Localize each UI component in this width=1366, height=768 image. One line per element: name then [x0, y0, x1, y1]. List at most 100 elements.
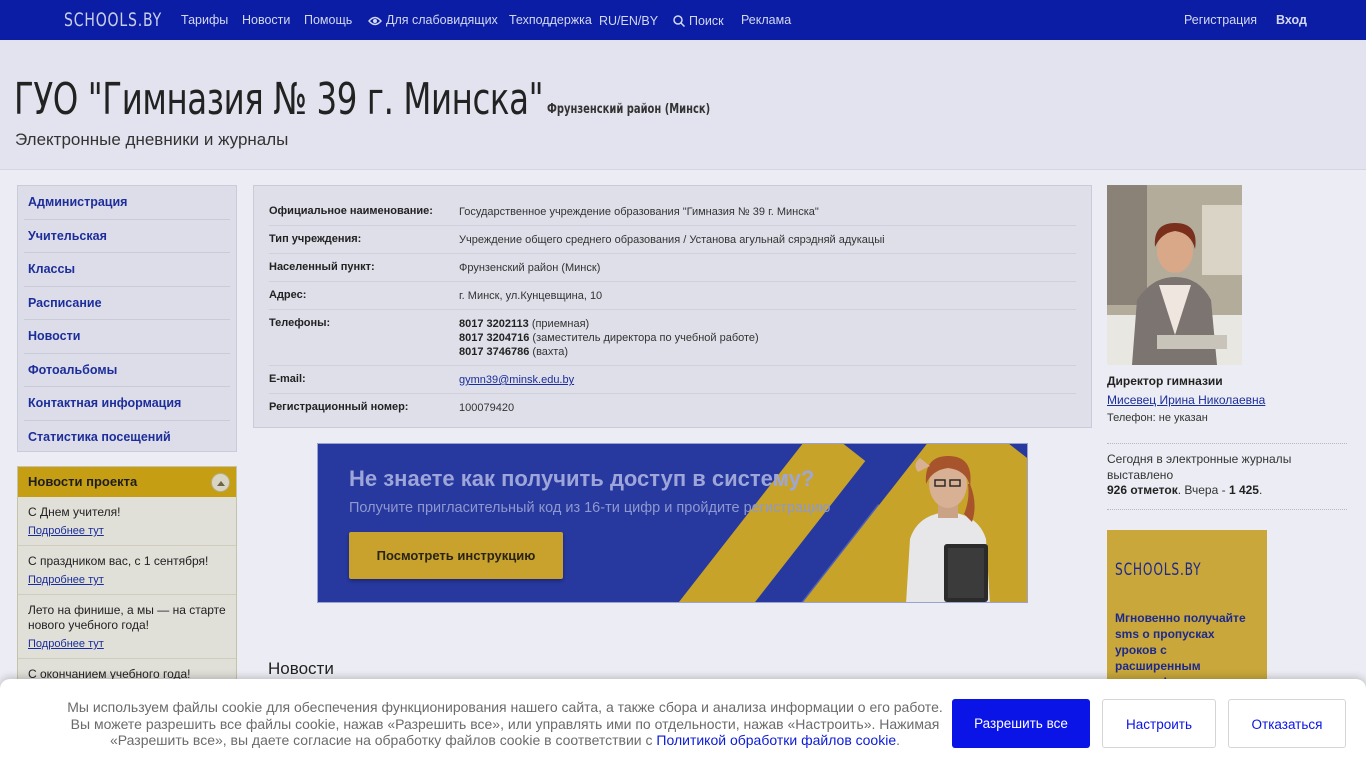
sidebar-item-schedule[interactable]: Расписание — [24, 287, 230, 320]
project-news-title: Новости проекта — [28, 474, 138, 489]
info-row: Телефоны: 8017 3202113 (приемная) 8017 3… — [269, 310, 1076, 366]
news-item-more-link[interactable]: Подробнее тут — [28, 525, 226, 537]
banner-subtext: Получите пригласительный код из 16-ти ци… — [349, 500, 831, 516]
divider — [1107, 443, 1347, 444]
view-instruction-button[interactable]: Посмотреть инструкцию — [349, 532, 563, 579]
list-item: С праздником вас, с 1 сентября! Подробне… — [18, 546, 236, 595]
banner-headline: Не знаете как получить доступ в систему? — [349, 466, 815, 491]
phone-note: (приемная) — [531, 318, 590, 330]
info-value: gymn39@minsk.edu.by — [459, 373, 574, 387]
info-value: Государственное учреждение образования "… — [459, 206, 819, 218]
email-link[interactable]: gymn39@minsk.edu.by — [459, 374, 574, 386]
cookie-text-end: . — [896, 732, 901, 748]
cookie-consent-bar: Мы используем файлы cookie для обеспечен… — [0, 679, 1366, 768]
sidebar-item-contacts[interactable]: Контактная информация — [24, 387, 230, 421]
decline-button[interactable]: Отказаться — [1228, 699, 1346, 748]
phone-note: (вахта) — [532, 346, 568, 358]
divider — [1107, 509, 1347, 510]
sidebar-item-photo-albums[interactable]: Фотоальбомы — [24, 354, 230, 387]
nav-accessibility-label: Для слабовидящих — [386, 13, 498, 27]
nav-news[interactable]: Новости — [242, 13, 290, 27]
page-title: ГУО "Гимназия № 39 г. Минска" — [14, 74, 544, 125]
news-item-title: Лето на финише, а мы — на старте нового … — [28, 603, 226, 632]
marks-end: . — [1258, 483, 1263, 497]
director-name-link[interactable]: Мисевец Ирина Николаевна — [1107, 393, 1265, 407]
login-link[interactable]: Вход — [1276, 13, 1307, 27]
sidebar-item-news[interactable]: Новости — [24, 320, 230, 354]
director-photo-image — [1107, 185, 1242, 365]
eye-icon — [368, 16, 382, 26]
top-navigation-bar: SCHOOLS.BY Тарифы Новости Помощь Для сла… — [0, 0, 1366, 40]
nav-support[interactable]: Техподдержка — [509, 13, 592, 27]
nav-search-label: Поиск — [689, 14, 724, 28]
sms-promo-banner[interactable]: SCHOOLS.BY Мгновенно получайте sms о про… — [1107, 530, 1267, 690]
sidebar-item-teachers[interactable]: Учительская — [24, 220, 230, 253]
nav-ads[interactable]: Реклама — [741, 13, 791, 27]
phone-entry: 8017 3204716 (заместитель директора по у… — [459, 331, 759, 345]
info-row: Тип учреждения: Учреждение общего средне… — [269, 226, 1076, 254]
marks-today-count: 926 отметок — [1107, 483, 1178, 497]
phone-number: 8017 3204716 — [459, 332, 530, 344]
news-section-title: Новости — [268, 659, 334, 678]
sidebar-item-statistics[interactable]: Статистика посещений — [24, 421, 230, 455]
news-item-more-link[interactable]: Подробнее тут — [28, 574, 226, 586]
marks-statistics: Сегодня в электронные журналы выставлено… — [1107, 452, 1347, 499]
page-header: ГУО "Гимназия № 39 г. Минска" Фрунзенски… — [0, 40, 1366, 170]
info-label: Адрес: — [269, 289, 307, 301]
district-label: Фрунзенский район (Минск) — [547, 102, 711, 117]
cookie-policy-link[interactable]: Политикой обработки файлов cookie — [656, 732, 896, 748]
info-label: Регистрационный номер: — [269, 401, 409, 413]
register-link[interactable]: Регистрация — [1184, 13, 1257, 27]
project-news-header: Новости проекта — [18, 467, 236, 497]
woman-illustration — [906, 456, 990, 602]
search-icon — [673, 15, 686, 28]
cookie-text: Мы используем файлы cookie для обеспечен… — [60, 699, 950, 749]
sidebar-item-administration[interactable]: Администрация — [24, 186, 230, 220]
phone-number: 8017 3746786 — [459, 346, 530, 358]
nav-language[interactable]: RU/EN/BY — [599, 14, 658, 28]
marks-text: Сегодня в электронные журналы выставлено — [1107, 452, 1292, 482]
info-value: Фрунзенский район (Минск) — [459, 262, 601, 274]
director-photo — [1107, 185, 1242, 365]
nav-help[interactable]: Помощь — [304, 13, 352, 27]
promo-text: Мгновенно получайте sms о пропусках урок… — [1115, 611, 1246, 689]
info-row: Населенный пункт: Фрунзенский район (Мин… — [269, 254, 1076, 282]
phones-list: 8017 3202113 (приемная) 8017 3204716 (за… — [459, 317, 759, 359]
nav-search[interactable]: Поиск — [673, 14, 724, 28]
school-info-table: Официальное наименование: Государственно… — [253, 185, 1092, 428]
project-news-panel: Новости проекта С Днем учителя! Подробне… — [17, 466, 237, 706]
phone-entry: 8017 3202113 (приемная) — [459, 317, 759, 331]
allow-all-button[interactable]: Разрешить все — [952, 699, 1090, 748]
promo-logo: SCHOOLS.BY — [1115, 560, 1202, 580]
list-item: С Днем учителя! Подробнее тут — [18, 497, 236, 546]
phone-number: 8017 3202113 — [459, 318, 529, 330]
nav-accessibility[interactable]: Для слабовидящих — [368, 13, 498, 27]
page-subtitle: Электронные дневники и журналы — [15, 130, 289, 149]
nav-tariffs[interactable]: Тарифы — [181, 13, 228, 27]
info-value: г. Минск, ул.Кунцевщина, 10 — [459, 290, 603, 302]
director-label: Директор гимназии — [1107, 374, 1223, 388]
info-label: Телефоны: — [269, 317, 331, 329]
sidebar-item-classes[interactable]: Классы — [24, 253, 230, 287]
marks-yesterday-count: 1 425 — [1228, 483, 1259, 497]
marks-yesterday-label: . Вчера - — [1177, 483, 1229, 497]
phone-note: (заместитель директора по учебной работе… — [532, 332, 759, 344]
site-logo[interactable]: SCHOOLS.BY — [64, 9, 162, 31]
info-label: Официальное наименование: — [269, 205, 433, 217]
list-item: Лето на финише, а мы — на старте нового … — [18, 595, 236, 659]
sidebar-menu: Администрация Учительская Классы Расписа… — [17, 185, 237, 452]
info-row: Регистрационный номер: 100079420 — [269, 394, 1076, 421]
director-phone: Телефон: не указан — [1107, 412, 1208, 424]
access-instruction-banner[interactable]: Не знаете как получить доступ в систему?… — [317, 443, 1028, 603]
cookie-settings-button[interactable]: Настроить — [1102, 699, 1216, 748]
info-row: E-mail: gymn39@minsk.edu.by — [269, 366, 1076, 394]
news-item-more-link[interactable]: Подробнее тут — [28, 638, 226, 650]
news-item-title: С праздником вас, с 1 сентября! — [28, 554, 209, 568]
info-row: Адрес: г. Минск, ул.Кунцевщина, 10 — [269, 282, 1076, 310]
info-value: Учреждение общего среднего образования /… — [459, 234, 885, 246]
collapse-toggle-icon[interactable] — [211, 473, 230, 492]
info-row: Официальное наименование: Государственно… — [269, 198, 1076, 226]
news-item-title: С Днем учителя! — [28, 505, 121, 519]
info-label: E-mail: — [269, 373, 306, 385]
info-label: Тип учреждения: — [269, 233, 362, 245]
